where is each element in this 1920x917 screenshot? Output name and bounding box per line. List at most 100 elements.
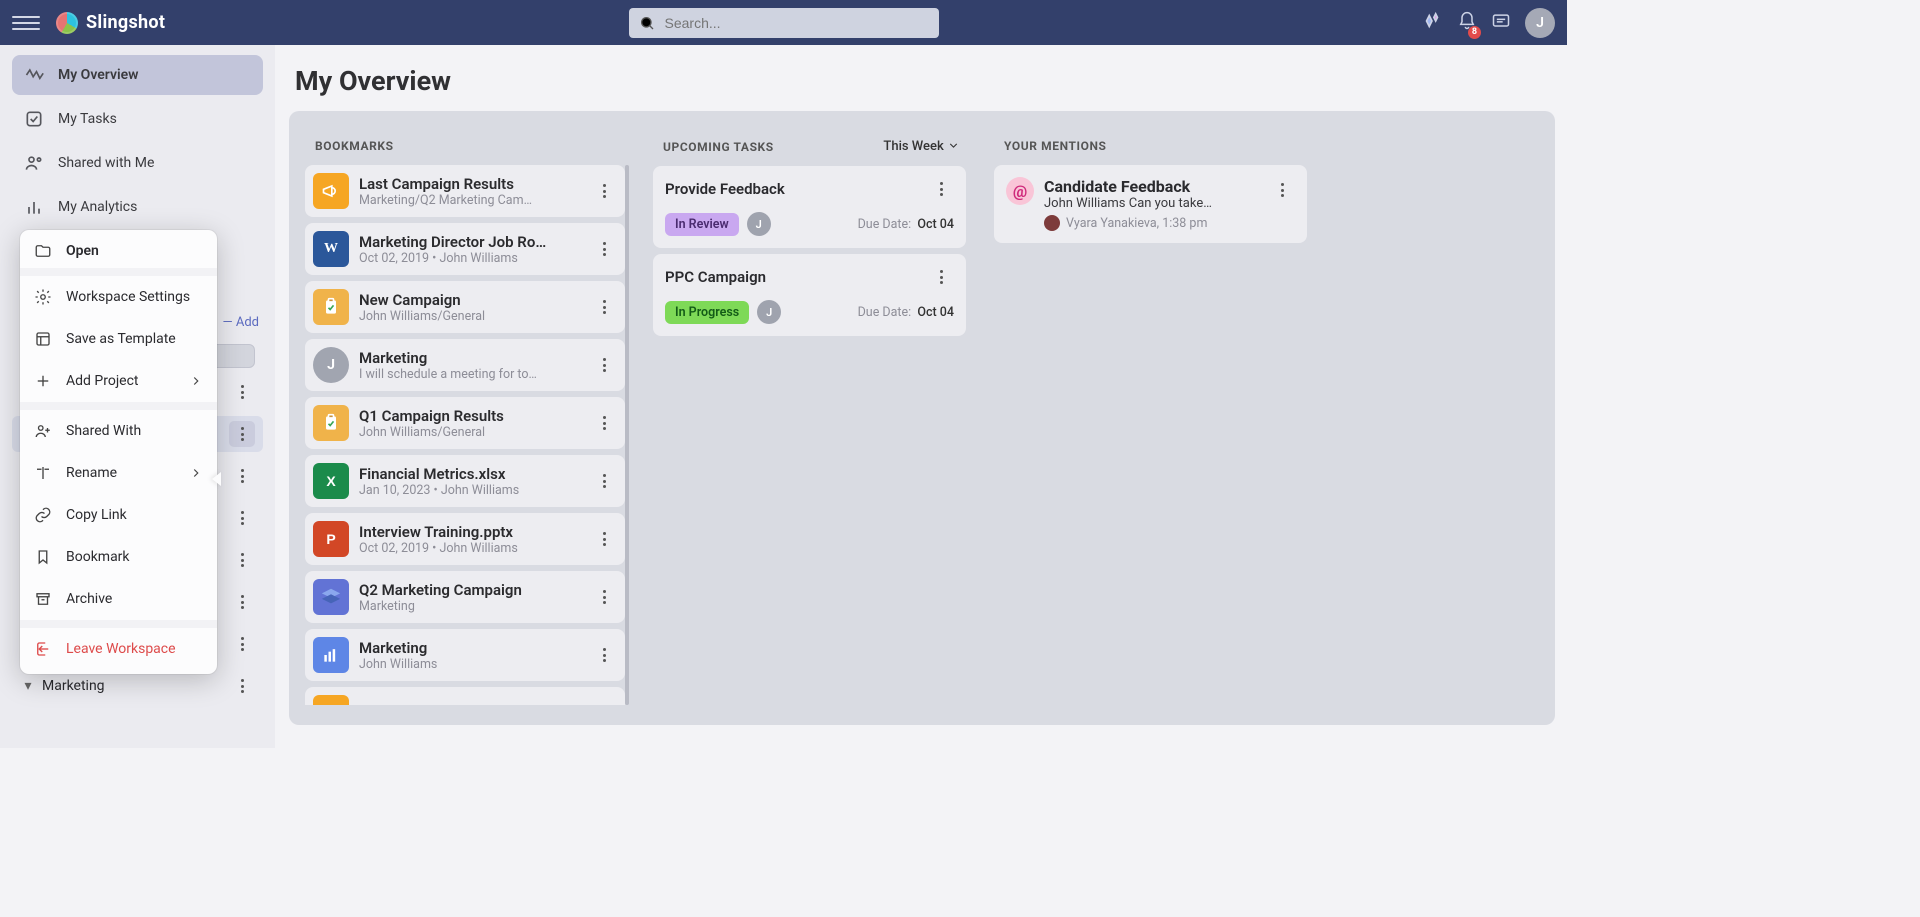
brand[interactable]: Slingshot — [56, 12, 165, 34]
chevron-right-icon — [189, 466, 203, 480]
file-type-icon: P — [313, 521, 349, 557]
sidebar-item-label: My Overview — [58, 67, 138, 83]
bookmark-title: Q2 Marketing Campaign — [359, 581, 581, 599]
mention-item[interactable]: @Candidate FeedbackJohn Williams Can you… — [994, 165, 1307, 243]
bookmark-title: Financial Metrics.xlsx — [359, 465, 581, 483]
bookmark-item[interactable]: Candidate Feedback ● — [305, 687, 625, 705]
bookmark-subtitle: Oct 02, 2019 • John Williams — [359, 541, 581, 556]
task-assignee-avatar[interactable]: J — [757, 300, 781, 324]
workspace-more-button[interactable] — [229, 547, 255, 573]
bookmark-more-button[interactable] — [591, 584, 617, 610]
add-workspace-link[interactable]: — Add — [222, 315, 259, 330]
author-avatar — [1044, 215, 1060, 231]
bookmark-subtitle: Jan 10, 2023 • John Williams — [359, 483, 581, 498]
context-menu-copy-link[interactable]: Copy Link — [20, 494, 217, 536]
panel-title: YOUR MENTIONS — [1004, 139, 1107, 153]
bookmark-title: Marketing Director Job Ro… — [359, 233, 581, 251]
bookmark-item[interactable]: P Interview Training.pptxOct 02, 2019 • J… — [305, 513, 625, 565]
bookmark-item[interactable]: J MarketingI will schedule a meeting for … — [305, 339, 625, 391]
bookmark-more-button[interactable] — [591, 410, 617, 436]
task-due-date: Due Date: Oct 04 — [858, 217, 954, 232]
context-menu-archive[interactable]: Archive — [20, 578, 217, 620]
workspace-more-button[interactable] — [229, 379, 255, 405]
task-more-button[interactable] — [928, 264, 954, 290]
sidebar-item-overview[interactable]: My Overview — [12, 55, 263, 95]
bookmark-more-button[interactable] — [591, 700, 617, 705]
file-type-icon: J — [313, 347, 349, 383]
menu-toggle-icon[interactable] — [12, 9, 40, 37]
bookmark-title: Marketing — [359, 349, 581, 367]
task-assignee-avatar[interactable]: J — [747, 212, 771, 236]
brand-logo-icon — [56, 12, 78, 34]
bookmark-item[interactable]: MarketingJohn Williams — [305, 629, 625, 681]
sidebar-item-shared[interactable]: Shared with Me — [12, 143, 263, 183]
search-input-container[interactable] — [629, 8, 939, 38]
context-menu-save-template[interactable]: Save as Template — [20, 318, 217, 360]
context-menu-settings[interactable]: Workspace Settings — [20, 276, 217, 318]
mention-meta: Vyara Yanakieva, 1:38 pm — [1044, 215, 1259, 231]
notifications-badge: 8 — [1468, 26, 1481, 39]
context-menu-leave[interactable]: Leave Workspace — [20, 628, 217, 670]
workspace-more-button[interactable] — [229, 631, 255, 657]
tasks-filter-dropdown[interactable]: This Week — [883, 139, 960, 154]
workspace-label: Marketing — [42, 678, 229, 694]
context-menu-add-project[interactable]: Add Project — [20, 360, 217, 402]
bookmark-subtitle: I will schedule a meeting for to… — [359, 367, 581, 382]
bookmark-more-button[interactable] — [591, 526, 617, 552]
bookmark-subtitle: John Williams — [359, 657, 581, 672]
bookmark-more-button[interactable] — [591, 178, 617, 204]
bookmark-item[interactable]: Last Campaign ResultsMarketing/Q2 Market… — [305, 165, 625, 217]
bookmark-item[interactable]: Q1 Campaign ResultsJohn Williams/General — [305, 397, 625, 449]
file-type-icon — [313, 579, 349, 615]
bookmark-title: Q1 Campaign Results — [359, 407, 581, 425]
workspace-more-button[interactable] — [229, 463, 255, 489]
notifications-button[interactable]: 8 — [1457, 11, 1477, 35]
context-menu-shared-with[interactable]: Shared With — [20, 410, 217, 452]
bookmark-more-button[interactable] — [591, 352, 617, 378]
task-item[interactable]: Provide FeedbackIn ReviewJDue Date: Oct … — [653, 166, 966, 248]
bookmark-more-button[interactable] — [591, 642, 617, 668]
context-menu-bookmark[interactable]: Bookmark — [20, 536, 217, 578]
search-input[interactable] — [663, 14, 929, 32]
bookmark-item[interactable]: New CampaignJohn Williams/General — [305, 281, 625, 333]
bookmark-title: Last Campaign Results — [359, 175, 581, 193]
ai-sparkle-icon[interactable] — [1421, 10, 1443, 36]
workspace-more-button[interactable] — [229, 421, 255, 447]
bookmark-more-button[interactable] — [591, 236, 617, 262]
sidebar-item-analytics[interactable]: My Analytics — [12, 187, 263, 227]
bookmark-item[interactable]: WMarketing Director Job Ro…Oct 02, 2019 … — [305, 223, 625, 275]
bookmark-more-button[interactable] — [591, 294, 617, 320]
panels-container: BOOKMARKS Last Campaign ResultsMarketing… — [289, 111, 1555, 725]
top-bar: Slingshot 8 J — [0, 0, 1567, 45]
workspace-more-button[interactable] — [229, 673, 255, 699]
bookmark-item[interactable]: XFinancial Metrics.xlsxJan 10, 2023 • Jo… — [305, 455, 625, 507]
messages-icon[interactable] — [1491, 11, 1511, 35]
bookmark-subtitle: Marketing/Q2 Marketing Cam… — [359, 193, 581, 208]
workspace-more-button[interactable] — [229, 505, 255, 531]
task-item[interactable]: PPC CampaignIn ProgressJDue Date: Oct 04 — [653, 254, 966, 336]
tasks-list: Provide FeedbackIn ReviewJDue Date: Oct … — [653, 166, 970, 336]
bookmarks-panel: BOOKMARKS Last Campaign ResultsMarketing… — [301, 125, 633, 715]
bookmark-title: Candidate Feedback ● — [359, 704, 581, 705]
bookmark-item[interactable]: Q2 Marketing CampaignMarketing — [305, 571, 625, 623]
caret-icon: ▾ — [20, 678, 36, 694]
sidebar-item-label: Shared with Me — [58, 155, 154, 171]
panel-title: BOOKMARKS — [315, 139, 394, 153]
context-menu-rename[interactable]: Rename — [20, 452, 217, 494]
mention-icon: @ — [1006, 177, 1034, 205]
workspace-more-button[interactable] — [229, 589, 255, 615]
content-area: My Overview BOOKMARKS Last Campaign Resu… — [275, 45, 1567, 748]
task-status-badge: In Progress — [665, 301, 749, 324]
user-avatar[interactable]: J — [1525, 8, 1555, 38]
sidebar-item-tasks[interactable]: My Tasks — [12, 99, 263, 139]
task-more-button[interactable] — [928, 176, 954, 202]
bookmarks-list[interactable]: Last Campaign ResultsMarketing/Q2 Market… — [305, 165, 629, 705]
mentions-list: @Candidate FeedbackJohn Williams Can you… — [994, 165, 1311, 243]
file-type-icon — [313, 405, 349, 441]
bookmark-title: Interview Training.pptx — [359, 523, 581, 541]
mention-more-button[interactable] — [1269, 177, 1295, 203]
bookmark-more-button[interactable] — [591, 468, 617, 494]
task-due-date: Due Date: Oct 04 — [858, 305, 954, 320]
context-menu-open[interactable]: Open — [20, 234, 217, 276]
file-type-icon — [313, 289, 349, 325]
